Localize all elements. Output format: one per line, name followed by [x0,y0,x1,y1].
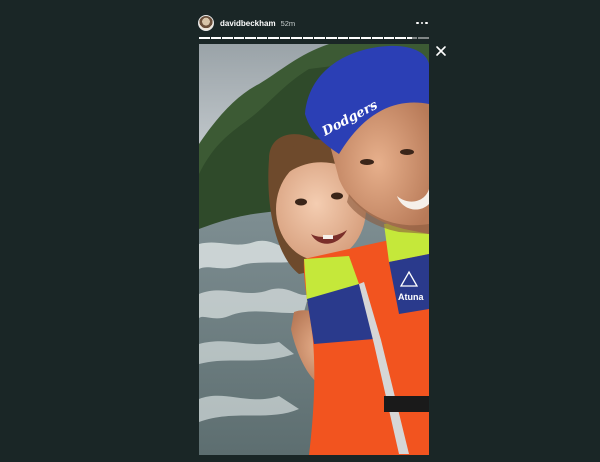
story-progress-bar [199,37,429,39]
vest-brand-text: Atuna [398,292,424,302]
progress-segment-fill [210,37,222,39]
username[interactable]: davidbeckham [220,19,276,28]
progress-segment [314,37,326,39]
progress-segment [245,37,256,39]
progress-segment [279,37,291,39]
progress-segment-fill [372,37,383,39]
story-photo: Atuna Dodgers [199,44,429,455]
progress-segment [383,37,395,39]
more-dot-icon [416,21,419,25]
progress-segment-fill [360,37,372,39]
girl-eye [295,198,307,206]
progress-segment-fill [395,37,406,39]
more-dot-icon [425,21,428,25]
progress-segment [326,37,337,39]
story-media[interactable]: Atuna Dodgers [199,44,429,455]
timestamp: 52m [280,18,296,28]
more-options-button[interactable] [414,15,430,31]
progress-segment-fill [268,37,279,39]
progress-segment [337,37,349,39]
progress-segment-fill [349,37,360,39]
progress-segment [302,37,314,39]
progress-segment-fill [383,37,395,39]
man-eye [360,159,374,165]
vest-strap [384,396,429,412]
profile-avatar[interactable] [198,15,214,31]
close-icon [436,46,446,56]
progress-segment-fill [245,37,256,39]
close-button[interactable] [434,44,448,58]
progress-segment-fill [222,37,233,39]
progress-segment [372,37,383,39]
progress-segment [360,37,372,39]
progress-segment-fill [326,37,337,39]
progress-segment [199,37,210,39]
girl-eye [331,192,343,200]
more-dot-icon [420,21,424,25]
progress-segment [418,37,429,39]
progress-segment-fill [199,37,210,39]
progress-segment [268,37,279,39]
progress-segment [222,37,233,39]
girl-teeth [323,235,333,239]
progress-segment [233,37,245,39]
progress-segment [349,37,360,39]
progress-segment [291,37,302,39]
progress-segment-fill [291,37,302,39]
progress-segment [406,37,418,39]
progress-segment [256,37,268,39]
progress-segment-fill [314,37,326,39]
progress-segment-fill [337,37,349,39]
progress-segment-fill [256,37,268,39]
story-header: davidbeckham 52m [198,12,430,34]
progress-segment-fill [279,37,291,39]
progress-segment-fill [406,37,413,39]
progress-segment [210,37,222,39]
progress-segment [395,37,406,39]
progress-segment-fill [233,37,245,39]
progress-segment-fill [302,37,314,39]
man-eye [400,149,414,155]
